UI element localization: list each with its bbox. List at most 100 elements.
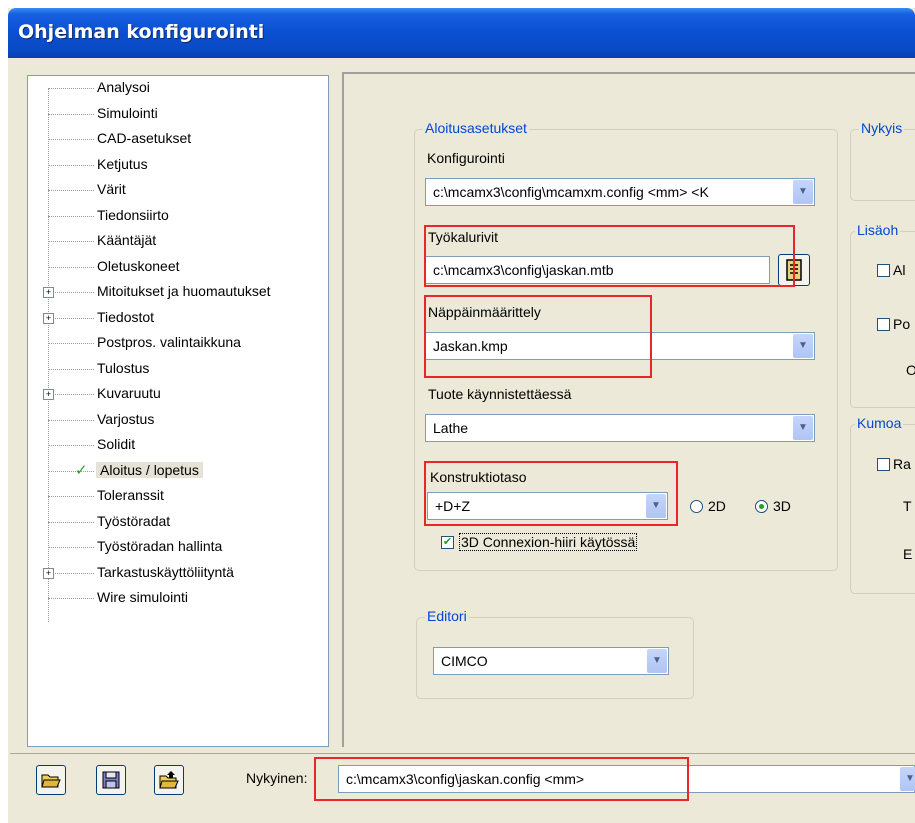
- tree-item-label: Mitoitukset ja huomautukset: [97, 283, 271, 299]
- tree-item[interactable]: Solidit: [28, 434, 318, 457]
- tree-item[interactable]: + Kuvaruutu: [28, 383, 318, 406]
- tree-item-label: CAD-asetukset: [97, 130, 192, 146]
- extra-group-label: Lisäoh: [855, 222, 901, 238]
- footer-separator: [10, 753, 915, 754]
- save-config-button[interactable]: [96, 765, 126, 795]
- tree-item[interactable]: + Mitoitukset ja huomautukset: [28, 281, 318, 304]
- tree-connector: [48, 88, 94, 89]
- tree-item-label: Analysoi: [97, 79, 150, 95]
- tree-item[interactable]: Työstöradan hallinta: [28, 536, 318, 559]
- override-e-label: E: [903, 546, 913, 562]
- override-t-label: T: [903, 498, 912, 514]
- tree-item-label: Toleranssit: [97, 487, 164, 503]
- radio-2d[interactable]: [690, 500, 703, 513]
- expand-icon[interactable]: +: [43, 389, 54, 400]
- product-label: Tuote käynnistettäessä: [428, 386, 572, 402]
- tree-connector: [48, 266, 94, 268]
- tree-connector: [48, 572, 94, 574]
- tree-item[interactable]: + Tiedostot: [28, 307, 318, 330]
- expand-icon[interactable]: +: [43, 567, 54, 579]
- config-select[interactable]: c:\mcamx3\config\mcamxm.config <mm> <K ▼: [425, 178, 815, 206]
- tree-connector: [48, 419, 94, 421]
- tree-connector: [48, 190, 94, 191]
- editor-select-value: CIMCO: [441, 653, 488, 669]
- open-folder-icon: [41, 774, 61, 788]
- tree-item[interactable]: Tiedonsiirto: [28, 205, 318, 228]
- current-config-highlight-box: [314, 757, 689, 801]
- tree-connector: [48, 317, 94, 319]
- extra-opt2-checkbox[interactable]: [877, 318, 890, 331]
- tree-connector: [48, 445, 94, 446]
- extra-text: O: [906, 362, 915, 378]
- tree-item-label: Kuvaruutu: [97, 385, 161, 401]
- editor-select[interactable]: CIMCO ▼: [433, 647, 669, 675]
- connexion-label[interactable]: 3D Connexion-hiiri käytössä: [459, 533, 638, 551]
- tree-item-label: Tulostus: [97, 359, 150, 376]
- tree-item[interactable]: Kääntäjät: [28, 230, 318, 253]
- extra-opt1-label: Al: [893, 262, 906, 278]
- tree-connector: [48, 394, 94, 395]
- keymap-highlight-box: [424, 295, 652, 378]
- config-label: Konfigurointi: [427, 150, 505, 166]
- override-opt1-label: Ra: [893, 456, 911, 472]
- tree-item-label: Aloitus / lopetus: [96, 461, 203, 478]
- chevron-down-icon[interactable]: ▼: [793, 180, 813, 204]
- expand-icon[interactable]: +: [43, 312, 54, 324]
- tree-item[interactable]: CAD-asetukset: [28, 128, 318, 151]
- merge-config-button[interactable]: [154, 765, 184, 795]
- save-disk-icon: [102, 771, 120, 789]
- tree-item[interactable]: Analysoi: [28, 77, 318, 100]
- tree-item-label: Postpros. valintaikkuna: [97, 334, 241, 350]
- product-select-value: Lathe: [433, 420, 469, 436]
- tree-item[interactable]: Wire simulointi: [28, 587, 318, 610]
- expand-icon[interactable]: +: [43, 287, 54, 298]
- merge-folder-icon: [159, 771, 179, 789]
- chevron-down-icon[interactable]: ▼: [647, 649, 667, 673]
- connexion-checkbox[interactable]: ✔: [441, 536, 454, 549]
- tree-item-label: Värit: [97, 181, 126, 197]
- tree-item-label: Oletuskoneet: [97, 257, 180, 274]
- tree-item[interactable]: Varjostus: [28, 409, 318, 432]
- tree-connector: [48, 496, 94, 497]
- current-settings-group: Nykyis: [850, 120, 915, 201]
- chevron-down-icon[interactable]: ▼: [793, 416, 813, 440]
- chevron-down-icon[interactable]: ▼: [900, 767, 915, 791]
- tree-item[interactable]: + Tarkastuskäyttöliityntä: [28, 562, 318, 585]
- product-select[interactable]: Lathe ▼: [425, 414, 815, 442]
- tree-item[interactable]: Työstöradat: [28, 511, 318, 534]
- tree-item-label: Työstöradan hallinta: [97, 538, 223, 554]
- radio-2d-label: 2D: [708, 498, 726, 514]
- chevron-down-icon[interactable]: ▼: [793, 334, 813, 358]
- extra-opt1-checkbox[interactable]: [877, 264, 890, 277]
- tree-item[interactable]: ✓ Aloitus / lopetus: [28, 460, 318, 483]
- current-config-label: Nykyinen:: [246, 770, 308, 786]
- tree-item[interactable]: Simulointi: [28, 103, 318, 126]
- tree-item[interactable]: Oletuskoneet: [28, 256, 318, 279]
- tree-connector: [48, 343, 94, 344]
- tree-item-label: Varjostus: [97, 410, 155, 427]
- tree-item-label: Simulointi: [97, 104, 158, 121]
- tree-item-label: Tiedostot: [97, 308, 155, 325]
- tree-item[interactable]: Tulostus: [28, 358, 318, 381]
- tree-connector: [48, 368, 94, 370]
- tree-connector: [48, 292, 94, 293]
- tree-connector: [48, 547, 94, 548]
- tree-item-label: Tarkastuskäyttöliityntä: [97, 563, 234, 580]
- category-tree[interactable]: Analysoi Simulointi CAD-asetukset Ketjutus V…: [27, 75, 329, 747]
- editor-group-label: Editori: [425, 608, 469, 624]
- tree-connector: [48, 241, 94, 242]
- radio-3d[interactable]: [755, 500, 768, 513]
- tree-item-label: Wire simulointi: [97, 589, 189, 605]
- tree-item-label: Työstöradat: [97, 512, 171, 529]
- tree-item[interactable]: Värit: [28, 179, 318, 202]
- open-config-button[interactable]: [36, 765, 66, 795]
- override-group-label: Kumoa: [855, 415, 904, 431]
- startup-group-label: Aloitusasetukset: [423, 120, 529, 136]
- checkmark-icon: ✓: [75, 461, 88, 479]
- window-title: Ohjelman konfigurointi: [18, 21, 265, 43]
- tree-item[interactable]: Ketjutus: [28, 154, 318, 177]
- tree-connector: [48, 521, 94, 523]
- tree-item[interactable]: Toleranssit: [28, 485, 318, 508]
- override-opt1-checkbox[interactable]: [877, 458, 890, 471]
- tree-item[interactable]: Postpros. valintaikkuna: [28, 332, 318, 355]
